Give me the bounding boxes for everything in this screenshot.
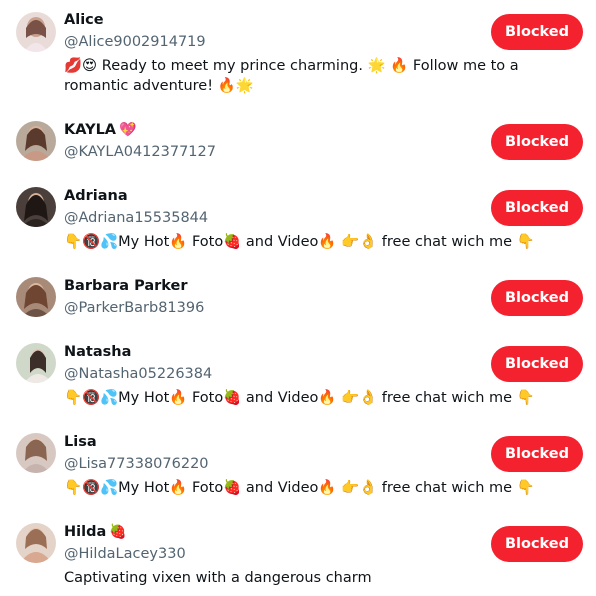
user-row-hilda[interactable]: Hilda 🍓 @HildaLacey330 Captivating vixen … [0, 512, 596, 596]
avatar[interactable] [16, 523, 56, 563]
avatar[interactable] [16, 121, 56, 161]
user-row-lisa[interactable]: Lisa @Lisa77338076220 👇🔞💦My Hot🔥 Foto🍓 a… [0, 422, 596, 512]
user-row-kayla[interactable]: KAYLA 💖 @KAYLA0412377127 Blocked [0, 110, 596, 176]
user-row-natasha[interactable]: Natasha @Natasha05226384 👇🔞💦My Hot🔥 Foto… [0, 332, 596, 422]
user-display-name[interactable]: KAYLA 💖 [64, 120, 136, 140]
user-display-name[interactable]: Lisa [64, 432, 100, 452]
user-bio: 💋😍 Ready to meet my prince charming. 🌟 🔥… [64, 58, 519, 94]
user-row-alice[interactable]: Alice @Alice9002914719 💋😍 Ready to meet … [0, 0, 596, 110]
strawberry-emoji: 🍓 [109, 524, 127, 540]
user-bio: 👇🔞💦My Hot🔥 Foto🍓 and Video🔥 👉👌 free chat… [64, 234, 535, 250]
blocked-button[interactable]: Blocked [491, 346, 583, 382]
user-display-name[interactable]: Barbara Parker [64, 276, 191, 296]
user-handle[interactable]: @ParkerBarb81396 [64, 298, 204, 318]
user-handle[interactable]: @HildaLacey330 [64, 544, 186, 564]
user-handle[interactable]: @Alice9002914719 [64, 32, 206, 52]
blocked-button[interactable]: Blocked [491, 526, 583, 562]
user-handle[interactable]: @Lisa77338076220 [64, 454, 209, 474]
user-bio: 👇🔞💦My Hot🔥 Foto🍓 and Video🔥 👉👌 free chat… [64, 480, 535, 496]
avatar[interactable] [16, 433, 56, 473]
user-row-adriana[interactable]: Adriana @Adriana15535844 👇🔞💦My Hot🔥 Foto… [0, 176, 596, 266]
avatar[interactable] [16, 277, 56, 317]
user-bio: Captivating vixen with a dangerous charm [64, 570, 372, 586]
user-display-name[interactable]: Adriana [64, 186, 131, 206]
blocked-button[interactable]: Blocked [491, 190, 583, 226]
blocked-button[interactable]: Blocked [491, 280, 583, 316]
user-bio: 👇🔞💦My Hot🔥 Foto🍓 and Video🔥 👉👌 free chat… [64, 390, 535, 406]
user-display-name[interactable]: Natasha [64, 342, 134, 362]
avatar[interactable] [16, 12, 56, 52]
user-handle[interactable]: @KAYLA0412377127 [64, 142, 216, 162]
user-display-name[interactable]: Alice [64, 10, 107, 30]
avatar[interactable] [16, 343, 56, 383]
user-row-barbara-parker[interactable]: Barbara Parker @ParkerBarb81396 Blocked [0, 266, 596, 332]
avatar[interactable] [16, 187, 56, 227]
blocked-button[interactable]: Blocked [491, 436, 583, 472]
sparkling-heart-emoji: 💖 [119, 122, 137, 138]
blocked-button[interactable]: Blocked [491, 14, 583, 50]
user-handle[interactable]: @Adriana15535844 [64, 208, 208, 228]
user-handle[interactable]: @Natasha05226384 [64, 364, 212, 384]
blocked-accounts-list: Alice @Alice9002914719 💋😍 Ready to meet … [0, 0, 596, 596]
user-display-name[interactable]: Hilda 🍓 [64, 522, 127, 542]
blocked-button[interactable]: Blocked [491, 124, 583, 160]
